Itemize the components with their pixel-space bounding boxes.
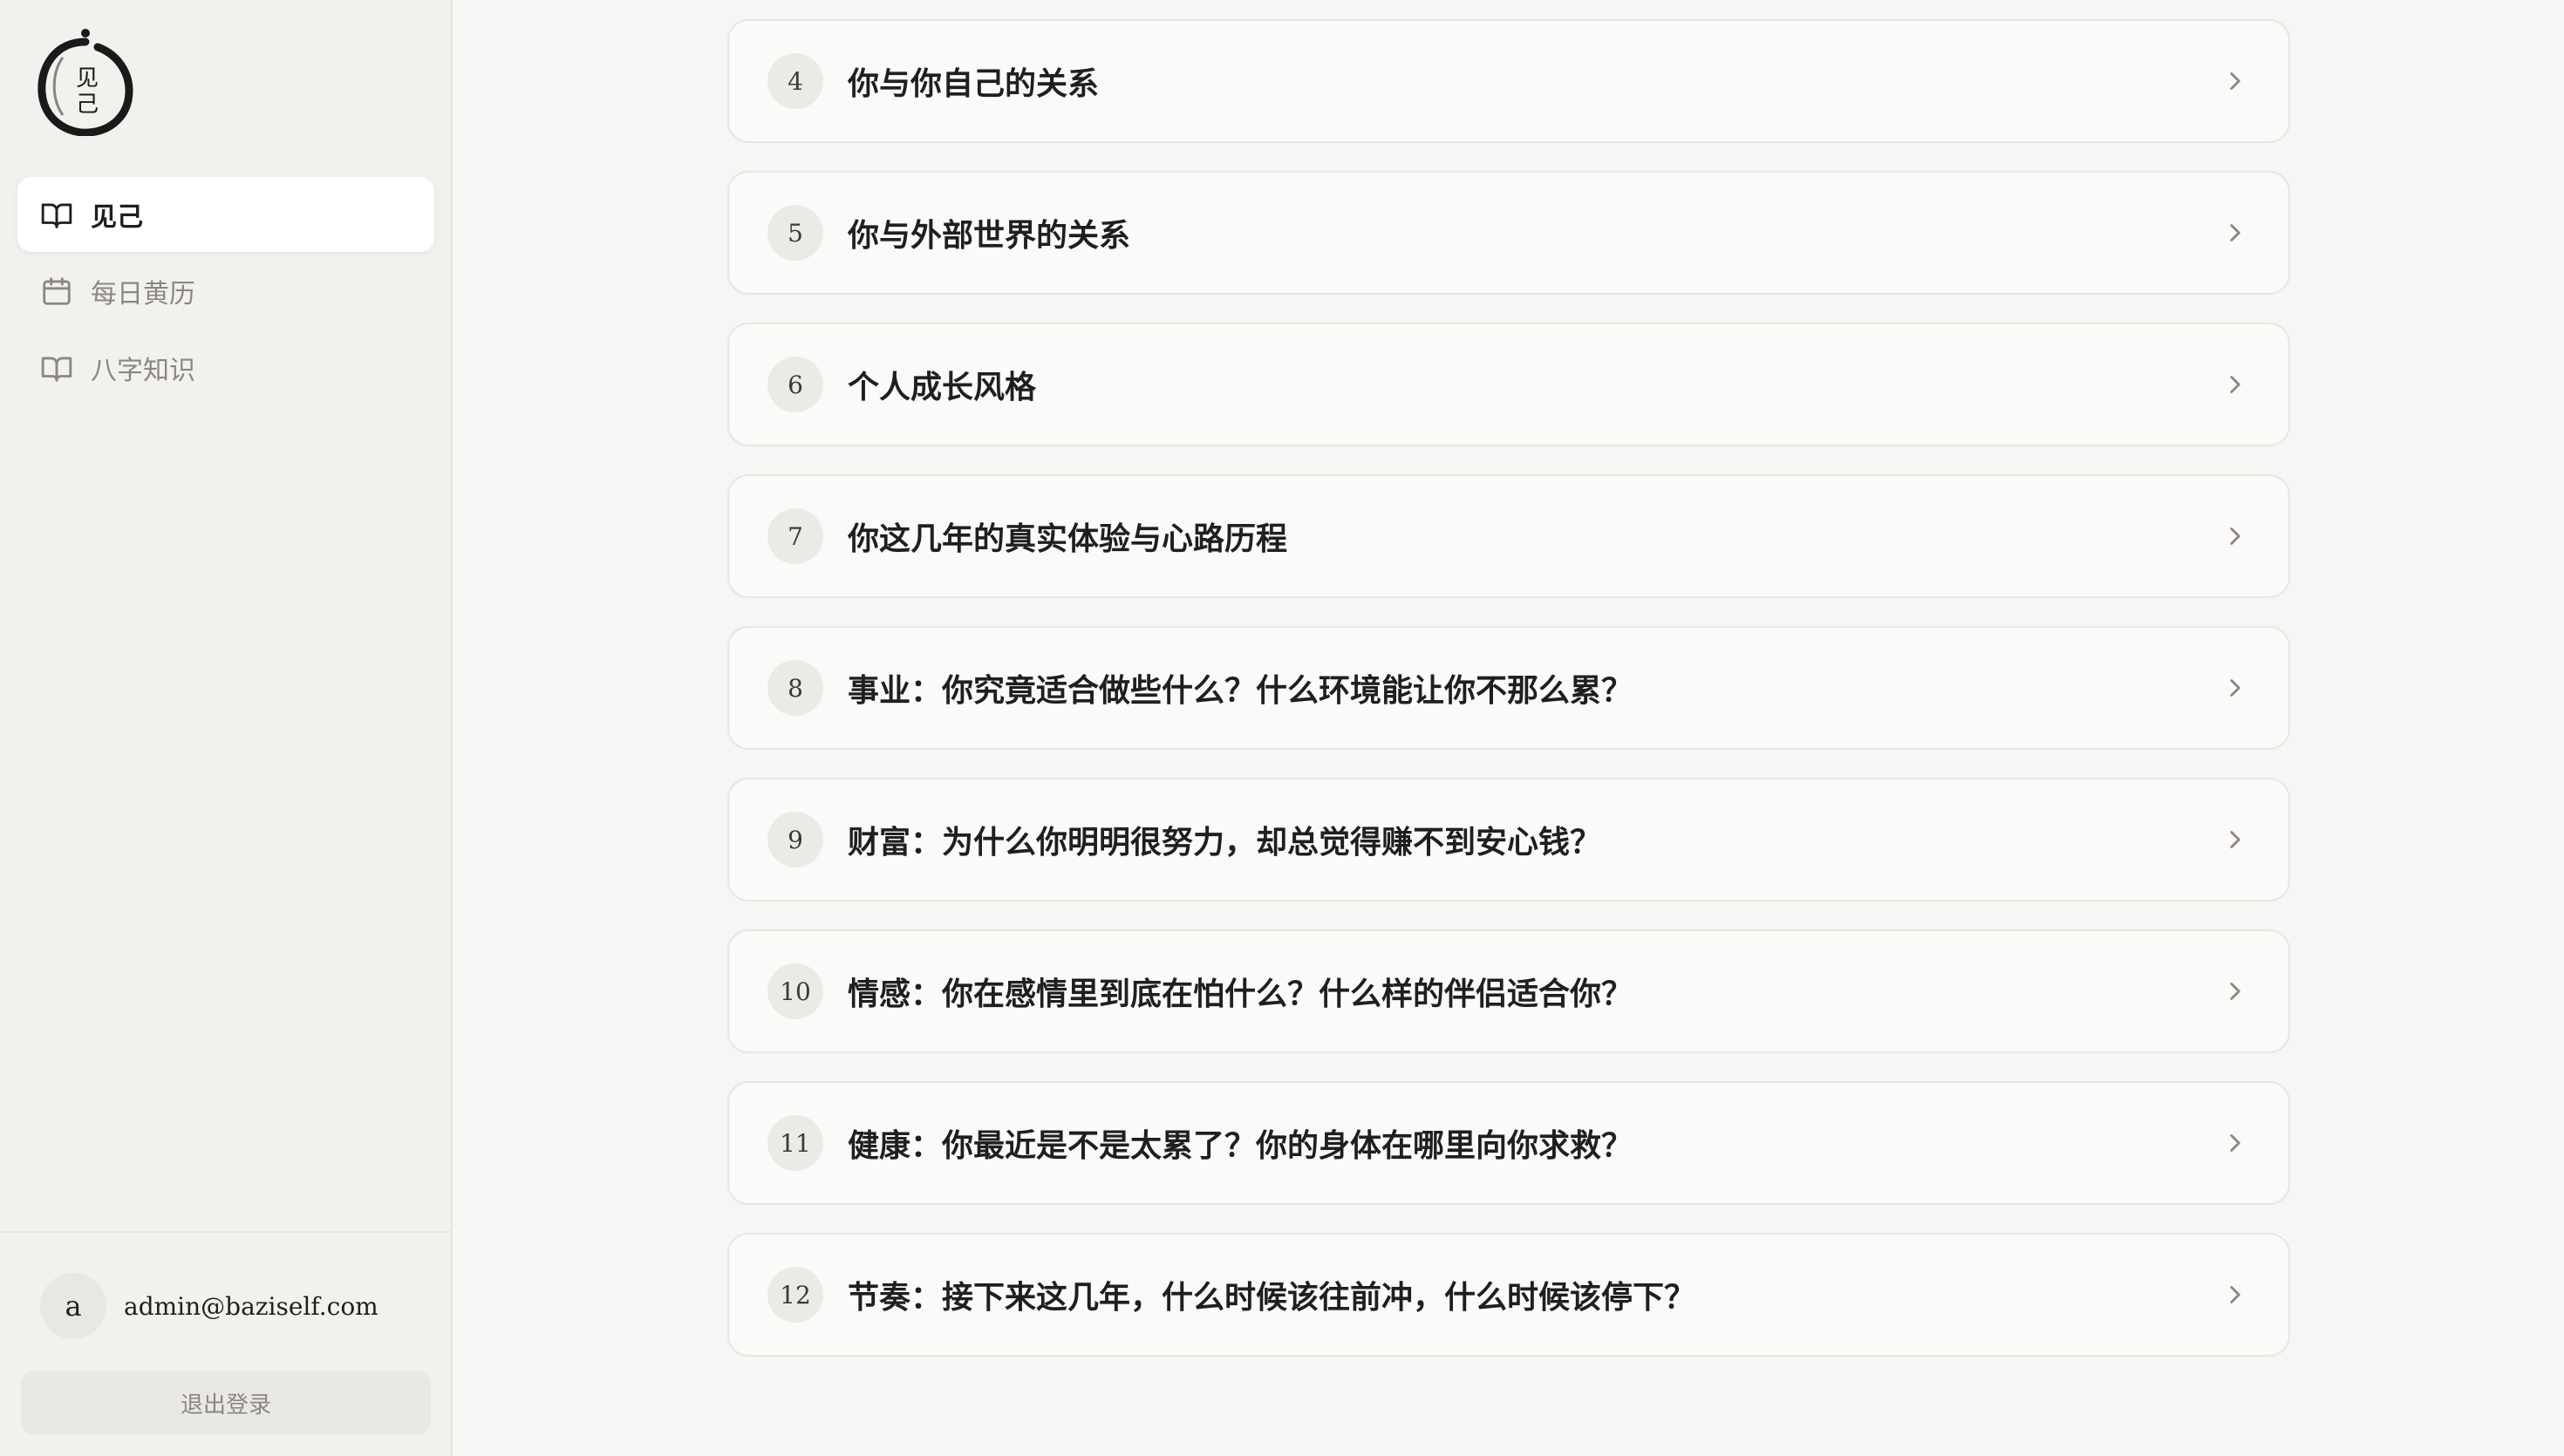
book-open-icon xyxy=(40,351,73,384)
calendar-icon xyxy=(40,275,73,308)
section-number-badge: 11 xyxy=(767,1115,823,1171)
sidebar-item-label: 见己 xyxy=(91,202,143,233)
sidebar: 见 己 见己 每日黄历 八字知识 a admin@baziself.com 退出… xyxy=(0,0,453,1456)
section-title: 健康：你最近是不是太累了？你的身体在哪里向你求救？ xyxy=(848,1127,1633,1164)
section-number-badge: 10 xyxy=(767,963,823,1019)
avatar[interactable]: a xyxy=(40,1273,106,1339)
chevron-right-icon xyxy=(2220,66,2250,96)
sidebar-footer: a admin@baziself.com 退出登录 xyxy=(0,1231,451,1456)
list-item[interactable]: 6 个人成长风格 xyxy=(727,323,2290,446)
section-list: 4 你与你自己的关系 5 你与外部世界的关系 6 个人成长风格 7 你这几年的真… xyxy=(727,19,2290,1385)
user-email: admin@baziself.com xyxy=(124,1291,378,1321)
sidebar-item-jianji[interactable]: 见己 xyxy=(17,177,434,252)
list-item[interactable]: 8 事业：你究竟适合做些什么？什么环境能让你不那么累？ xyxy=(727,626,2290,750)
list-item[interactable]: 7 你这几年的真实体验与心路历程 xyxy=(727,474,2290,598)
sidebar-item-bazi-knowledge[interactable]: 八字知识 xyxy=(17,330,434,405)
svg-text:己: 己 xyxy=(76,92,99,118)
section-number-badge: 8 xyxy=(767,660,823,716)
section-title: 你与外部世界的关系 xyxy=(848,217,1131,254)
user-info: a admin@baziself.com xyxy=(40,1273,378,1339)
logout-button[interactable]: 退出登录 xyxy=(21,1371,431,1435)
section-number-badge: 9 xyxy=(767,812,823,867)
sidebar-item-label: 八字知识 xyxy=(91,356,195,386)
sidebar-nav: 见己 每日黄历 八字知识 xyxy=(17,177,434,407)
section-number-badge: 5 xyxy=(767,205,823,261)
chevron-right-icon xyxy=(2220,673,2250,703)
section-title: 节奏：接下来这几年，什么时候该往前冲，什么时候该停下？ xyxy=(848,1279,1696,1316)
list-item[interactable]: 10 情感：你在感情里到底在怕什么？什么样的伴侣适合你？ xyxy=(727,929,2290,1053)
section-number-badge: 7 xyxy=(767,508,823,564)
chevron-right-icon xyxy=(2220,521,2250,551)
book-open-icon xyxy=(40,198,73,231)
chevron-right-icon xyxy=(2220,825,2250,854)
chevron-right-icon xyxy=(2220,976,2250,1006)
section-number-badge: 4 xyxy=(767,53,823,109)
chevron-right-icon xyxy=(2220,1128,2250,1158)
section-title: 个人成长风格 xyxy=(848,369,1037,405)
list-item[interactable]: 12 节奏：接下来这几年，什么时候该往前冲，什么时候该停下？ xyxy=(727,1233,2290,1357)
chevron-right-icon xyxy=(2220,1280,2250,1310)
brand-logo[interactable]: 见 己 xyxy=(37,28,134,137)
list-item[interactable]: 5 你与外部世界的关系 xyxy=(727,171,2290,295)
section-title: 你这几年的真实体验与心路历程 xyxy=(848,520,1288,557)
section-title: 财富：为什么你明明很努力，却总觉得赚不到安心钱？ xyxy=(848,824,1602,861)
chevron-right-icon xyxy=(2220,370,2250,399)
section-title: 你与你自己的关系 xyxy=(848,65,1100,102)
sidebar-item-daily-almanac[interactable]: 每日黄历 xyxy=(17,254,434,329)
svg-text:见: 见 xyxy=(76,65,99,92)
list-item[interactable]: 9 财富：为什么你明明很努力，却总觉得赚不到安心钱？ xyxy=(727,778,2290,901)
sidebar-item-label: 每日黄历 xyxy=(91,279,195,310)
section-number-badge: 6 xyxy=(767,357,823,412)
section-number-badge: 12 xyxy=(767,1267,823,1323)
section-title: 事业：你究竟适合做些什么？什么环境能让你不那么累？ xyxy=(848,672,1633,709)
section-title: 情感：你在感情里到底在怕什么？什么样的伴侣适合你？ xyxy=(848,976,1633,1012)
list-item[interactable]: 4 你与你自己的关系 xyxy=(727,19,2290,143)
chevron-right-icon xyxy=(2220,218,2250,248)
list-item[interactable]: 11 健康：你最近是不是太累了？你的身体在哪里向你求救？ xyxy=(727,1081,2290,1205)
